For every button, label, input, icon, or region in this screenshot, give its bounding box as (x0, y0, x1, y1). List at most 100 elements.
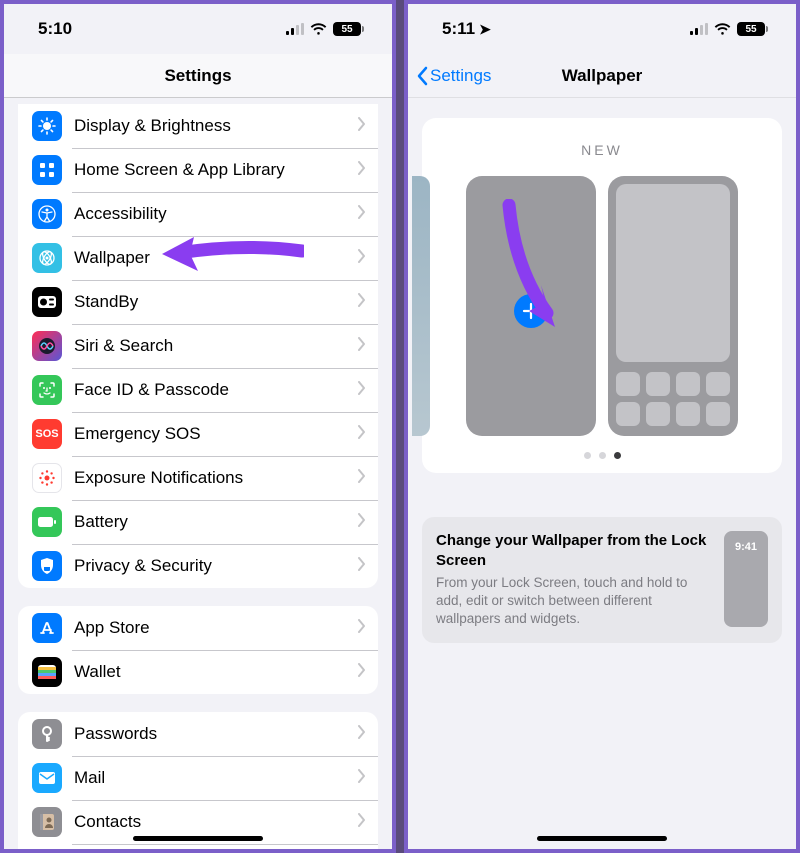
chevron-right-icon (358, 663, 366, 682)
lock-screen-preview[interactable] (466, 176, 596, 436)
cellular-icon (690, 23, 708, 35)
settings-row-faceid[interactable]: Face ID & Passcode (18, 368, 378, 412)
display-icon (32, 111, 62, 141)
status-bar: 5:10 55 (4, 4, 392, 54)
settings-row-label: Face ID & Passcode (74, 380, 358, 400)
battery-icon (32, 507, 62, 537)
tip-lockscreen-thumbnail: 9:41 (724, 531, 768, 627)
home-screen-preview[interactable] (608, 176, 738, 436)
settings-row-siri[interactable]: Siri & Search (18, 324, 378, 368)
widget-placeholder (616, 184, 730, 362)
settings-row-accessibility[interactable]: Accessibility (18, 192, 378, 236)
nav-header: Settings Wallpaper (408, 54, 796, 98)
settings-row-battery[interactable]: Battery (18, 500, 378, 544)
battery-icon: 55 (737, 22, 768, 36)
settings-row-label: Emergency SOS (74, 424, 358, 444)
wifi-icon (310, 23, 327, 36)
page-dots[interactable] (436, 452, 768, 459)
settings-row-label: Contacts (74, 812, 358, 832)
status-time: 5:10 (38, 19, 72, 39)
settings-row-wallet[interactable]: Wallet (18, 650, 378, 694)
exposure-icon (32, 463, 62, 493)
chevron-right-icon (358, 293, 366, 312)
app-grid-placeholder (616, 372, 730, 426)
settings-list[interactable]: Display & Brightness Home Screen & App Li… (4, 98, 392, 849)
status-time: 5:11➤ (442, 19, 491, 39)
back-button[interactable]: Settings (416, 66, 491, 86)
tip-title: Change your Wallpaper from the Lock Scre… (436, 531, 710, 570)
settings-row-label: Privacy & Security (74, 556, 358, 576)
page-dot[interactable] (599, 452, 606, 459)
settings-row-appstore[interactable]: App Store (18, 606, 378, 650)
tip-body: From your Lock Screen, touch and hold to… (436, 574, 710, 629)
settings-row-calendar[interactable]: Calendar (18, 844, 378, 849)
chevron-right-icon (358, 725, 366, 744)
location-arrow-icon: ➤ (475, 21, 491, 37)
add-wallpaper-button[interactable] (514, 294, 548, 328)
chevron-right-icon (358, 513, 366, 532)
chevron-left-icon (416, 66, 428, 86)
nav-header: Settings (4, 54, 392, 98)
cellular-icon (286, 23, 304, 35)
new-wallpaper-card: NEW (422, 118, 782, 473)
chevron-right-icon (358, 469, 366, 488)
contacts-icon (32, 807, 62, 837)
settings-row-display[interactable]: Display & Brightness (18, 104, 378, 148)
settings-group: Display & Brightness Home Screen & App Li… (18, 104, 378, 588)
wifi-icon (714, 23, 731, 36)
settings-row-label: Passwords (74, 724, 358, 744)
settings-group: App Store Wallet (18, 606, 378, 694)
previous-wallpaper-peek[interactable] (412, 176, 430, 436)
settings-row-label: Wallpaper (74, 248, 358, 268)
chevron-right-icon (358, 205, 366, 224)
settings-row-label: Wallet (74, 662, 358, 682)
siri-icon (32, 331, 62, 361)
settings-row-label: Siri & Search (74, 336, 358, 356)
settings-row-wallpaper[interactable]: Wallpaper (18, 236, 378, 280)
page-title: Settings (164, 66, 231, 86)
plus-icon (522, 302, 540, 320)
wallpaper-screen: 5:11➤ 55 Settings Wallpaper NEW (404, 0, 800, 853)
settings-row-mail[interactable]: Mail (18, 756, 378, 800)
settings-row-home-screen[interactable]: Home Screen & App Library (18, 148, 378, 192)
passwords-icon (32, 719, 62, 749)
back-label: Settings (430, 66, 491, 86)
wallpaper-content[interactable]: NEW (408, 98, 796, 849)
chevron-right-icon (358, 813, 366, 832)
home-screen-icon (32, 155, 62, 185)
settings-row-label: Home Screen & App Library (74, 160, 358, 180)
settings-row-passwords[interactable]: Passwords (18, 712, 378, 756)
chevron-right-icon (358, 619, 366, 638)
home-indicator (133, 836, 263, 841)
chevron-right-icon (358, 381, 366, 400)
standby-icon (32, 287, 62, 317)
chevron-right-icon (358, 425, 366, 444)
faceid-icon (32, 375, 62, 405)
status-bar: 5:11➤ 55 (408, 4, 796, 54)
new-wallpaper-label: NEW (436, 142, 768, 158)
settings-row-label: Display & Brightness (74, 116, 358, 136)
tip-mini-time: 9:41 (735, 541, 757, 553)
settings-group: Passwords Mail Contacts Calendar (18, 712, 378, 849)
appstore-icon (32, 613, 62, 643)
chevron-right-icon (358, 337, 366, 356)
page-title: Wallpaper (562, 66, 643, 86)
settings-row-label: Exposure Notifications (74, 468, 358, 488)
settings-screen: 5:10 55 Settings Display & Brightness Hom… (0, 0, 396, 853)
privacy-icon (32, 551, 62, 581)
wallpaper-preview-pair (436, 176, 768, 436)
chevron-right-icon (358, 249, 366, 268)
settings-row-privacy[interactable]: Privacy & Security (18, 544, 378, 588)
wallpaper-icon (32, 243, 62, 273)
page-dot[interactable] (584, 452, 591, 459)
settings-row-exposure[interactable]: Exposure Notifications (18, 456, 378, 500)
status-icons: 55 (690, 22, 768, 36)
settings-row-standby[interactable]: StandBy (18, 280, 378, 324)
sos-icon: SOS (32, 419, 62, 449)
home-indicator (537, 836, 667, 841)
settings-row-sos[interactable]: SOS Emergency SOS (18, 412, 378, 456)
tip-card: Change your Wallpaper from the Lock Scre… (422, 517, 782, 643)
page-dot-current[interactable] (614, 452, 621, 459)
settings-row-label: Accessibility (74, 204, 358, 224)
battery-icon: 55 (333, 22, 364, 36)
